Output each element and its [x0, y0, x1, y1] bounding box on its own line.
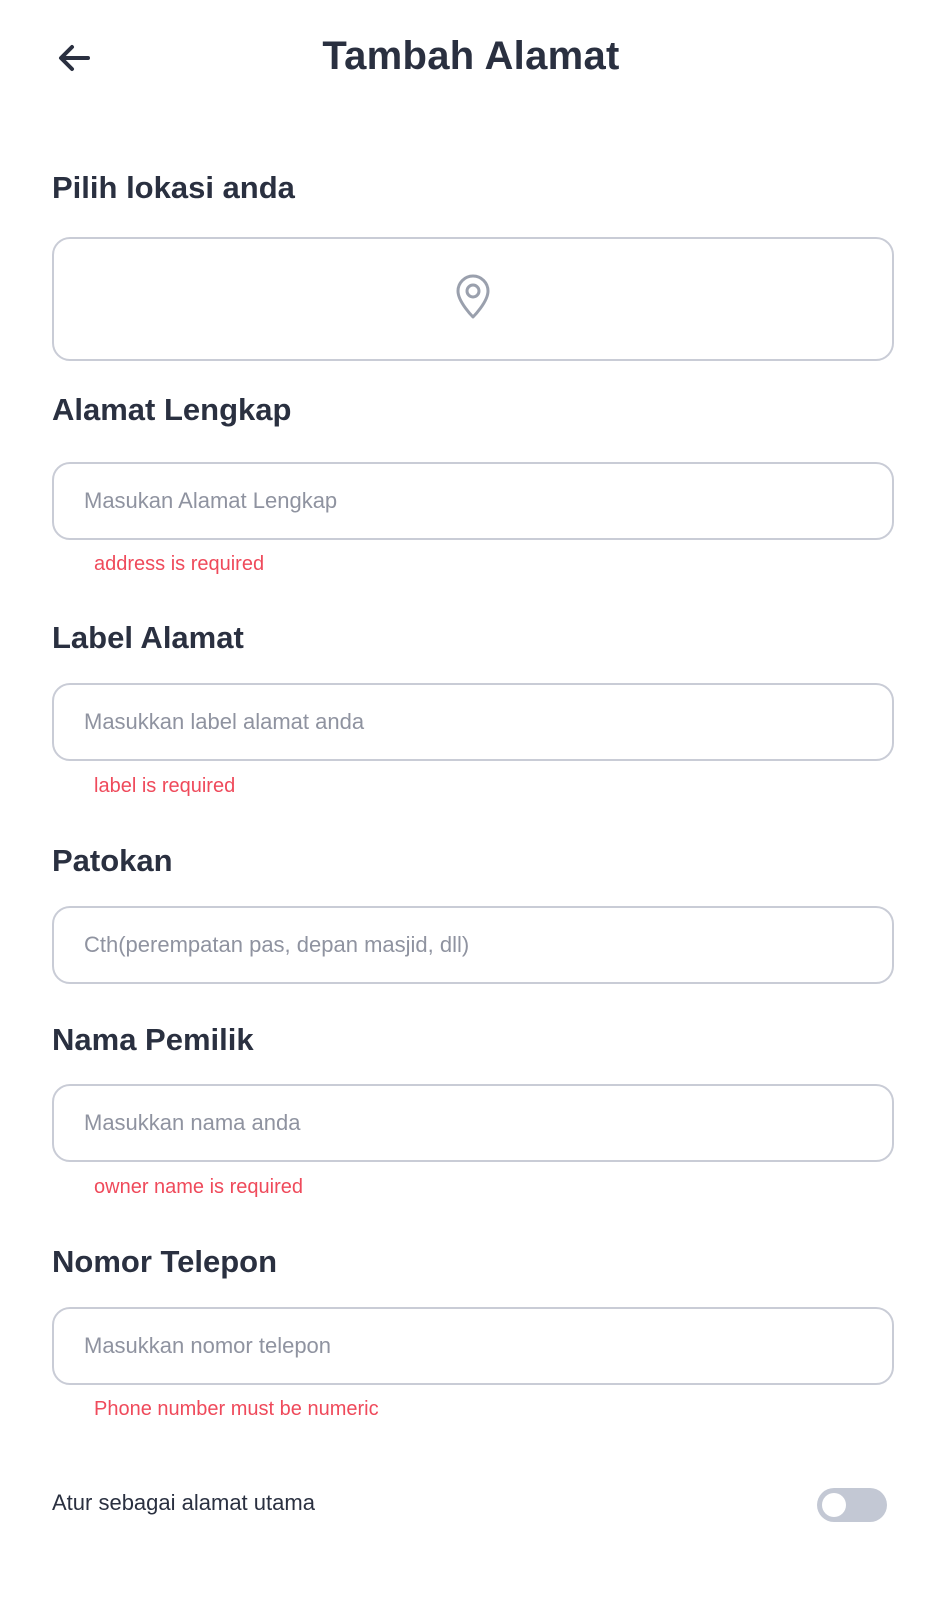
phone-error: Phone number must be numeric: [94, 1398, 379, 1420]
page-title: Tambah Alamat: [322, 34, 620, 78]
owner-error: owner name is required: [94, 1176, 303, 1198]
location-picker[interactable]: [52, 237, 894, 361]
phone-input[interactable]: [52, 1307, 894, 1385]
top-bar: Tambah Alamat: [0, 0, 942, 120]
address-label-input[interactable]: [52, 683, 894, 761]
phone-label: Nomor Telepon: [52, 1244, 278, 1279]
address-error: address is required: [94, 553, 265, 575]
address-label: Alamat Lengkap: [52, 392, 292, 427]
address-label-error: label is required: [94, 775, 236, 797]
landmark-input[interactable]: [52, 906, 894, 984]
location-label: Pilih lokasi anda: [52, 170, 295, 205]
address-input[interactable]: [52, 462, 894, 540]
owner-label: Nama Pemilik: [52, 1022, 254, 1057]
address-label-label: Label Alamat: [52, 620, 244, 655]
primary-address-label: Atur sebagai alamat utama: [52, 1490, 315, 1515]
primary-address-toggle[interactable]: [817, 1488, 887, 1522]
map-pin-icon: [453, 273, 493, 326]
landmark-label: Patokan: [52, 843, 173, 878]
toggle-knob: [822, 1493, 846, 1517]
owner-name-input[interactable]: [52, 1084, 894, 1162]
